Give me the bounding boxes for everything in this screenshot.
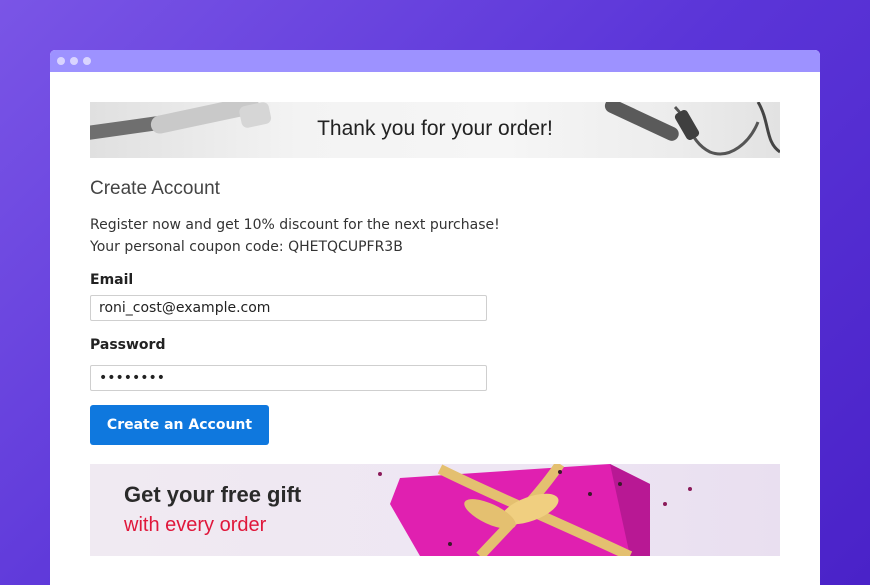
thank-you-banner: Thank you for your order!	[90, 102, 780, 158]
email-label: Email	[90, 272, 134, 288]
create-account-button[interactable]: Create an Account	[90, 405, 269, 445]
password-field[interactable]: ••••••••	[90, 365, 487, 391]
email-field[interactable]: roni_cost@example.com	[90, 295, 487, 321]
gift-headline: Get your free gift	[124, 482, 302, 507]
page-title: Create Account	[90, 178, 220, 199]
gift-subline: with every order	[124, 514, 267, 536]
banner-top-text: Thank you for your order!	[317, 117, 553, 140]
browser-window: Thank you for your order! Create Account…	[50, 50, 820, 585]
password-label: Password	[90, 337, 166, 353]
window-titlebar	[50, 50, 820, 72]
gift-box-image	[378, 464, 692, 556]
promo-line-2: Your personal coupon code: QHETQCUPFR3B	[90, 239, 403, 255]
window-dot-icon	[57, 57, 65, 65]
window-dot-icon	[70, 57, 78, 65]
free-gift-banner: Get your free gift with every order	[90, 464, 780, 556]
window-dot-icon	[83, 57, 91, 65]
promo-text: Register now and get 10% discount for th…	[90, 214, 780, 258]
promo-line-1: Register now and get 10% discount for th…	[90, 217, 500, 233]
page-content: Thank you for your order! Create Account…	[90, 102, 780, 445]
